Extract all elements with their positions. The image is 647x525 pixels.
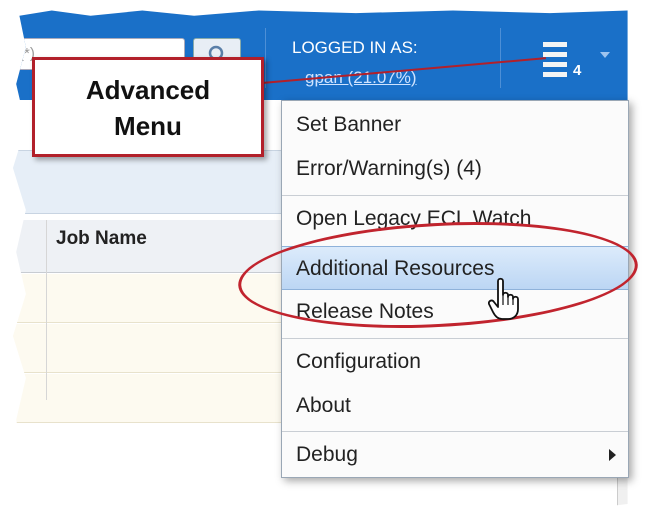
column-header-job-name[interactable]: Job Name bbox=[56, 228, 147, 250]
menu-item-debug[interactable]: Debug bbox=[282, 433, 628, 477]
hand-cursor-icon bbox=[488, 277, 519, 320]
menu-separator bbox=[282, 431, 628, 432]
menu-item-set-banner[interactable]: Set Banner bbox=[282, 103, 628, 147]
toolbar-divider bbox=[265, 28, 266, 88]
menu-item-about[interactable]: About bbox=[282, 384, 628, 428]
logged-in-label: LOGGED IN AS: bbox=[292, 38, 418, 57]
callout-line-2: Menu bbox=[114, 111, 182, 141]
search-placeholder: * bbox=[24, 45, 30, 62]
grid-column-divider bbox=[46, 220, 47, 400]
submenu-arrow-icon bbox=[609, 449, 616, 461]
advanced-menu-callout: Advanced Menu bbox=[32, 57, 264, 157]
menu-separator bbox=[282, 338, 628, 339]
menu-item-error-warnings[interactable]: Error/Warning(s) (4) bbox=[282, 147, 628, 191]
caret-down-icon[interactable] bbox=[600, 52, 610, 58]
callout-line-1: Advanced bbox=[85, 75, 211, 105]
toolbar-divider bbox=[500, 28, 501, 88]
menu-separator bbox=[282, 195, 628, 196]
menu-item-debug-label: Debug bbox=[296, 443, 358, 466]
advanced-menu-count: 4 bbox=[573, 62, 582, 79]
menu-item-configuration[interactable]: Configuration bbox=[282, 340, 628, 384]
advanced-menu-icon[interactable] bbox=[543, 42, 573, 82]
